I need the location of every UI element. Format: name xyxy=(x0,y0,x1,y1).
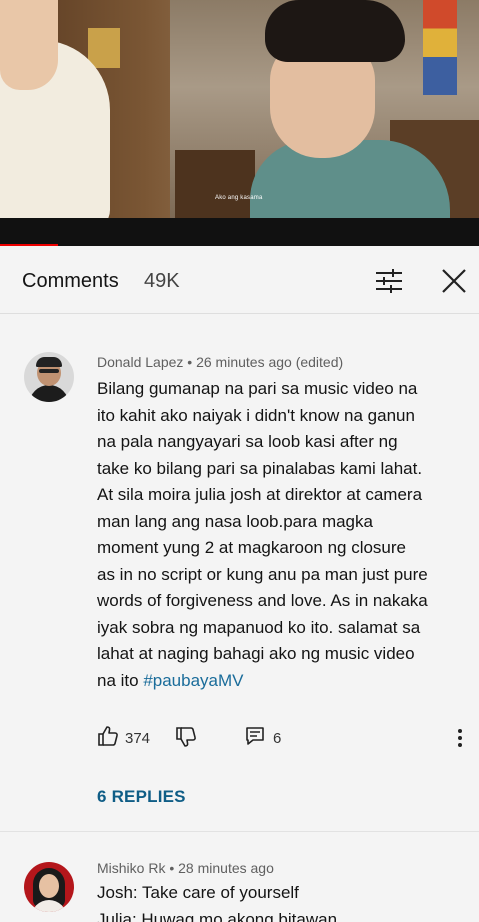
view-replies-button[interactable]: 6 REPLIES xyxy=(97,787,186,807)
comment-text: Josh: Take care of yourself xyxy=(97,880,467,907)
comment-line-partial: Julia: Huwag mo akong bitawan xyxy=(97,910,338,922)
comment-line: lahat at naging bahagi ako ng music vide… xyxy=(97,644,415,663)
comment-line: words of forgiveness and love. As in nak… xyxy=(97,591,428,610)
comment-actions: 374 6 xyxy=(97,725,467,752)
comments-header: Comments 49K xyxy=(0,246,479,314)
comment-meta: Donald Lapez • 26 minutes ago (edited) xyxy=(97,354,344,370)
like-button[interactable]: 374 xyxy=(97,725,151,752)
reply-count: 6 xyxy=(273,729,282,747)
comment-line-last: na ito #paubayaMV xyxy=(97,668,467,695)
avatar[interactable] xyxy=(24,862,74,912)
comment-meta: Mishiko Rk • 28 minutes ago xyxy=(97,860,274,876)
comment-line: as in no script or kung anu pa man just … xyxy=(97,564,428,584)
close-icon[interactable] xyxy=(437,264,471,298)
video-player[interactable]: Ako ang kasama xyxy=(0,0,479,218)
thumbs-down-icon xyxy=(175,727,197,752)
video-progress-strip[interactable] xyxy=(0,218,479,246)
video-stained-glass xyxy=(423,0,457,95)
video-subtitle: Ako ang kasama xyxy=(215,195,263,201)
comment-line: Josh: Take care of yourself xyxy=(97,883,299,902)
comment-line: moment yung 2 at magkaroon ng closure xyxy=(97,538,407,557)
comment-line: At sila moira julia josh at direktor at … xyxy=(97,485,423,504)
comments-count: 49K xyxy=(144,270,180,292)
reply-icon xyxy=(245,726,265,751)
comment-line: ito kahit ako naiyak i didn't know na ga… xyxy=(97,405,415,425)
reply-button[interactable]: 6 xyxy=(245,726,281,750)
comment-line: take ko bilang pari sa pinalabas kami la… xyxy=(97,458,423,478)
comment-line: iyak sobra ng mapanuod ko ito. salamat s… xyxy=(97,617,421,637)
more-vert-icon[interactable] xyxy=(453,726,467,750)
comment-line: Bilang gumanap na pari sa music video na xyxy=(97,379,418,398)
video-window-light xyxy=(88,28,120,68)
comment-line: na pala nangyayari sa loob kasi after ng xyxy=(97,432,398,451)
comment-item: Donald Lapez • 26 minutes ago (edited) B… xyxy=(0,340,479,832)
comment-line: man lang ang nasa loob.para magka xyxy=(97,511,373,531)
sort-icon[interactable] xyxy=(374,268,404,294)
video-pew xyxy=(175,150,255,218)
comment-item: Mishiko Rk • 28 minutes ago Josh: Take c… xyxy=(0,850,479,922)
comment-line-text: na ito xyxy=(97,670,144,690)
hashtag-link[interactable]: #paubayaMV xyxy=(143,671,243,690)
video-person-shirt xyxy=(250,140,450,218)
thumbs-up-icon xyxy=(97,725,119,752)
like-count: 374 xyxy=(125,729,151,747)
video-person-hair xyxy=(265,0,405,62)
comments-title: Comments xyxy=(22,270,119,292)
video-person-arm xyxy=(0,0,58,90)
comment-text: Bilang gumanap na pari sa music video na… xyxy=(97,376,467,694)
dislike-button[interactable] xyxy=(175,726,199,750)
avatar[interactable] xyxy=(24,352,74,402)
